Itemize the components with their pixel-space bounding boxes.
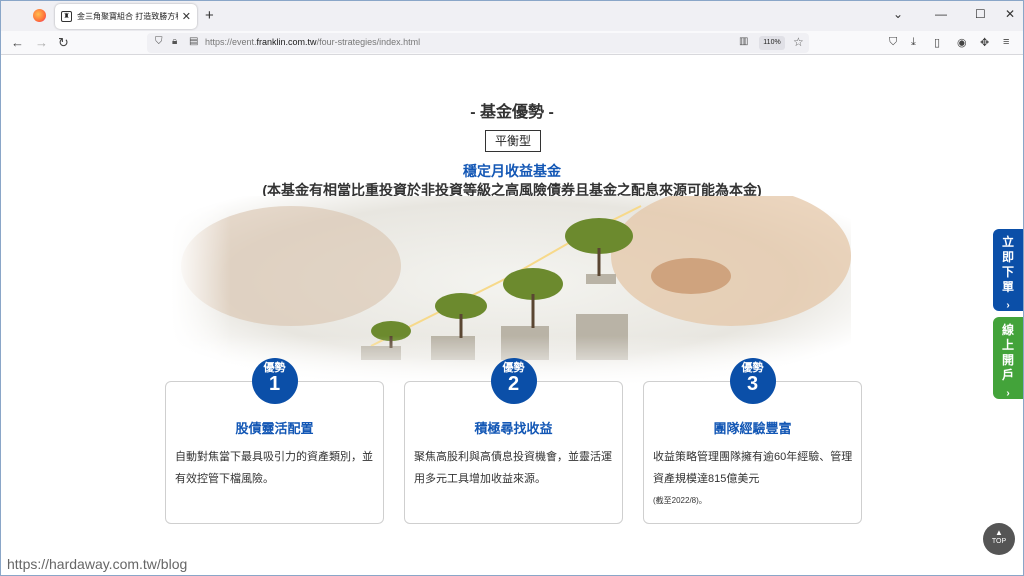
tracking-shield-icon[interactable]: ⛉	[155, 36, 163, 47]
url-bar[interactable]: ⛉ 🔒︎ ▤ https://event.franklin.com.tw/fou…	[147, 33, 809, 53]
forward-icon[interactable]: →	[35, 35, 48, 50]
tab-strip: ♜ 金三角聚寶組合 打造致勝方程式 ✕ + ⌄ — ☐ ✕	[1, 1, 1023, 31]
new-tab-icon[interactable]: +	[205, 7, 214, 24]
chevron-right-icon: ›	[1006, 300, 1010, 311]
close-window-icon[interactable]: ✕	[1005, 7, 1015, 21]
advantage-body-2: 聚焦高股利與高債息投資機會，並靈活運用多元工具增加收益來源。	[414, 451, 612, 485]
tab-favicon-icon: ♜	[61, 11, 72, 22]
advantage-badge-2: 優勢 2	[490, 358, 537, 404]
advantage-card-1: 優勢 1 股債靈活配置 自動對焦當下最具吸引力的資產類別，並有效控管下檔風險。	[165, 358, 384, 524]
reload-icon[interactable]: ↻	[58, 35, 69, 51]
watermark-text: https://hardaway.com.tw/blog	[7, 556, 188, 572]
advantage-badge-1: 優勢 1	[251, 358, 298, 404]
advantage-title-3: 團隊經驗豐富	[713, 421, 792, 436]
firefox-icon[interactable]	[33, 9, 46, 22]
account-icon[interactable]: ◉	[957, 36, 967, 49]
advantage-card-2: 優勢 2 積極尋找收益 聚焦高股利與高債息投資機會，並靈活運用多元工具增加收益來源…	[404, 358, 623, 524]
extensions-icon[interactable]: ✥	[980, 36, 989, 49]
permissions-icon[interactable]: ▤	[189, 36, 198, 47]
back-icon[interactable]: ←	[11, 35, 24, 50]
downloads-icon[interactable]: ⤓	[911, 36, 916, 49]
advantage-body-1: 自動對焦當下最具吸引力的資產類別，並有效控管下檔風險。	[175, 451, 373, 485]
advantage-body-3: 收益策略管理團隊擁有逾60年經驗、管理資產規模達815億美元	[653, 451, 853, 485]
sidebar-icon[interactable]: ▯	[934, 36, 940, 49]
advantage-card-3: 優勢 3 團隊經驗豐富 收益策略管理團隊擁有逾60年經驗、管理資產規模達815億美…	[643, 358, 862, 524]
minimize-icon[interactable]: —	[935, 7, 947, 21]
section-heading: - 基金優勢 -	[470, 104, 554, 121]
zoom-level[interactable]: 110%	[759, 36, 785, 50]
fund-type-badge: 平衡型	[485, 130, 541, 152]
maximize-icon[interactable]: ☐	[975, 7, 986, 21]
pocket-icon[interactable]: ⛉	[889, 36, 897, 49]
reader-view-icon[interactable]: ▥	[739, 36, 748, 47]
tab-title: 金三角聚寶組合 打造致勝方程式	[77, 12, 178, 21]
advantage-badge-3: 優勢 3	[729, 358, 776, 404]
advantage-footnote-3: (截至2022/8)。	[653, 496, 707, 505]
navigation-bar: ← → ↻ ⛉ 🔒︎ ▤ https://event.franklin.com.…	[1, 31, 1023, 55]
back-to-top-button[interactable]: ▲ TOP	[983, 523, 1015, 555]
browser-window: ♜ 金三角聚寶組合 打造致勝方程式 ✕ + ⌄ — ☐ ✕ ← → ↻ ⛉ 🔒︎…	[0, 0, 1024, 576]
place-order-button[interactable]: 立即下單 ›	[993, 229, 1023, 311]
open-account-button[interactable]: 線上開戶 ›	[993, 317, 1023, 399]
chevron-right-icon: ›	[1006, 388, 1010, 399]
close-tab-icon[interactable]: ✕	[182, 10, 191, 23]
arrow-up-icon: ▲	[995, 528, 1003, 537]
lock-icon[interactable]: 🔒︎	[172, 36, 177, 47]
bookmark-star-icon[interactable]: ☆	[793, 35, 804, 49]
list-tabs-icon[interactable]: ⌄	[893, 7, 903, 21]
advantage-title-1: 股債靈活配置	[235, 421, 314, 436]
url-text[interactable]: https://event.franklin.com.tw/four-strat…	[205, 37, 420, 47]
page-content: - 基金優勢 - 平衡型 穩定月收益基金 (本基金有相當比重投資於非投資等級之高…	[1, 56, 1023, 575]
menu-icon[interactable]: ≡	[1003, 36, 1009, 48]
fund-name: 穩定月收益基金	[463, 163, 561, 179]
active-tab[interactable]: ♜ 金三角聚寶組合 打造致勝方程式 ✕	[55, 4, 197, 29]
advantage-title-2: 積極尋找收益	[474, 421, 553, 436]
